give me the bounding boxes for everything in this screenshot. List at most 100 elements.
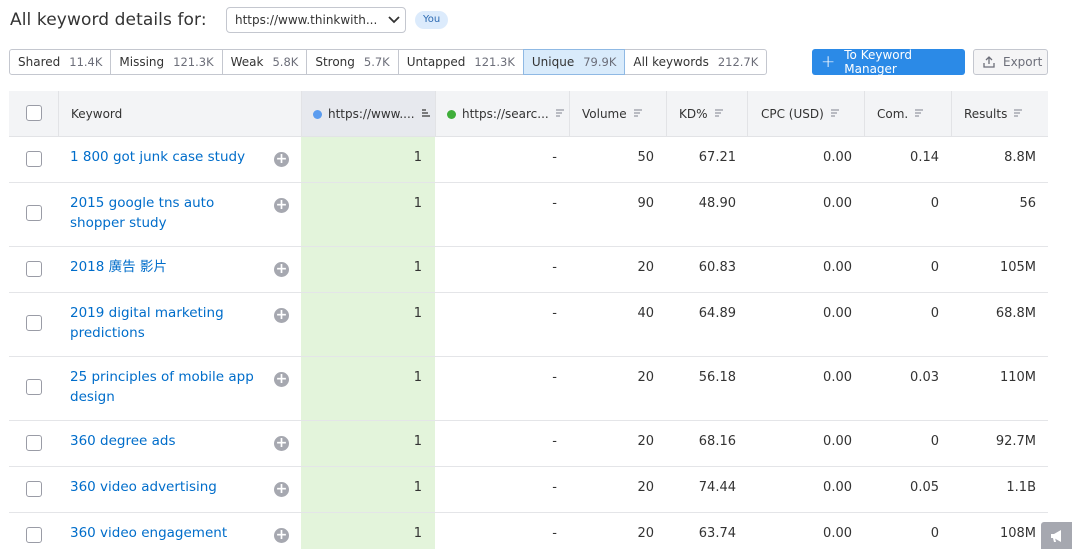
page-title: All keyword details for: — [10, 10, 207, 30]
com-value: 0.03 — [910, 370, 939, 385]
volume-value: 20 — [637, 526, 654, 541]
domain2-position: - — [552, 526, 557, 541]
column-com[interactable]: Com. — [877, 91, 924, 137]
add-keyword-icon[interactable]: + — [274, 198, 289, 213]
domain2-position: - — [552, 260, 557, 275]
cpc-value: 0.00 — [823, 434, 852, 449]
domain1-position: 1 — [413, 150, 422, 165]
row-checkbox[interactable] — [26, 205, 42, 221]
table-row: 2015 google tns auto shopper study +1 - 90 4… — [9, 183, 1048, 247]
kd-value: 56.18 — [698, 370, 736, 385]
keyword-link[interactable]: 360 degree ads — [70, 431, 270, 451]
results-value: 110M — [999, 370, 1036, 385]
filter-tab-label: All keywords — [633, 55, 709, 69]
filter-tab-strong[interactable]: Strong 5.7K — [306, 49, 399, 75]
filter-tabs: Shared 11.4K Missing 121.3K Weak 5.8K Strong 5.… — [9, 49, 768, 75]
keyword-link[interactable]: 2015 google tns auto shopper study — [70, 193, 270, 233]
select-all-checkbox[interactable] — [26, 105, 42, 121]
column-cpc[interactable]: CPC (USD) — [761, 91, 840, 137]
filter-tab-unique[interactable]: Unique 79.9K — [522, 49, 626, 75]
row-checkbox[interactable] — [26, 379, 42, 395]
row-checkbox[interactable] — [26, 527, 42, 543]
keyword-link[interactable]: 25 principles of mobile app design — [70, 367, 270, 407]
keyword-link[interactable]: 2019 digital marketing predictions — [70, 303, 270, 343]
add-keyword-icon[interactable]: + — [274, 482, 289, 497]
plus-icon: + — [821, 51, 836, 72]
column-domain2[interactable]: https://searc... — [447, 91, 565, 137]
volume-value: 20 — [637, 370, 654, 385]
filter-tab-label: Weak — [230, 55, 264, 69]
column-kd-label: KD% — [679, 107, 708, 121]
you-badge: You — [415, 11, 449, 29]
kd-value: 63.74 — [698, 526, 736, 541]
domain2-position: - — [552, 196, 557, 211]
export-button[interactable]: Export — [973, 49, 1048, 75]
results-value: 1.1B — [1006, 480, 1036, 495]
domain1-cell-highlight — [301, 183, 435, 246]
table-row: 2018 廣告 影片 +1 - 20 60.83 0.00 0 105M — [9, 247, 1048, 293]
domain1-cell-highlight — [301, 357, 435, 420]
domain1-position: 1 — [413, 196, 422, 211]
row-checkbox[interactable] — [26, 315, 42, 331]
row-checkbox[interactable] — [26, 151, 42, 167]
feedback-button[interactable] — [1041, 522, 1072, 549]
com-value: 0 — [930, 306, 939, 321]
add-keyword-icon[interactable]: + — [274, 308, 289, 323]
column-volume[interactable]: Volume — [582, 91, 643, 137]
table-body: 1 800 got junk case study +1 - 50 67.21 0.00 0… — [9, 137, 1048, 549]
add-keyword-icon[interactable]: + — [274, 528, 289, 543]
domain-select-value: https://www.thinkwith... — [235, 13, 378, 27]
kd-value: 74.44 — [698, 480, 736, 495]
keyword-link[interactable]: 1 800 got junk case study — [70, 147, 270, 167]
filter-tab-label: Unique — [531, 55, 575, 69]
add-keyword-icon[interactable]: + — [274, 152, 289, 167]
column-results[interactable]: Results — [964, 91, 1023, 137]
row-checkbox[interactable] — [26, 261, 42, 277]
column-volume-label: Volume — [582, 107, 627, 121]
column-kd[interactable]: KD% — [679, 91, 724, 137]
chevron-down-icon — [383, 16, 405, 24]
cpc-value: 0.00 — [823, 150, 852, 165]
com-value: 0 — [930, 260, 939, 275]
filter-tab-missing[interactable]: Missing 121.3K — [110, 49, 223, 75]
row-checkbox[interactable] — [26, 435, 42, 451]
filter-tab-weak[interactable]: Weak 5.8K — [221, 49, 308, 75]
filter-tab-untapped[interactable]: Untapped 121.3K — [397, 49, 524, 75]
keyword-link[interactable]: 2018 廣告 影片 — [70, 257, 270, 277]
to-keyword-manager-button[interactable]: + To Keyword Manager — [812, 48, 965, 76]
filter-tab-label: Untapped — [406, 55, 466, 69]
filter-tab-count: 5.7K — [363, 55, 390, 69]
domain1-position: 1 — [413, 434, 422, 449]
domain-select[interactable]: https://www.thinkwith... — [226, 7, 406, 33]
filter-tab-count: 11.4K — [69, 55, 103, 69]
cpc-value: 0.00 — [823, 480, 852, 495]
column-com-label: Com. — [877, 107, 909, 121]
com-value: 0 — [930, 196, 939, 211]
filter-tab-count: 121.3K — [474, 55, 515, 69]
column-domain1[interactable]: https://www.... — [313, 91, 431, 137]
add-keyword-icon[interactable]: + — [274, 372, 289, 387]
row-checkbox[interactable] — [26, 481, 42, 497]
filter-tab-label: Strong — [315, 55, 355, 69]
results-value: 56 — [1019, 196, 1036, 211]
kd-value: 60.83 — [698, 260, 736, 275]
domain1-position: 1 — [413, 370, 422, 385]
sort-desc-icon — [421, 107, 431, 121]
add-keyword-icon[interactable]: + — [274, 262, 289, 277]
filter-tab-shared[interactable]: Shared 11.4K — [9, 49, 112, 75]
com-value: 0.05 — [910, 480, 939, 495]
to-keyword-manager-label: To Keyword Manager — [844, 48, 912, 76]
keyword-link[interactable]: 360 video advertising — [70, 477, 270, 497]
add-keyword-icon[interactable]: + — [274, 436, 289, 451]
column-keyword[interactable]: Keyword — [71, 91, 122, 137]
com-value: 0 — [930, 526, 939, 541]
keyword-link[interactable]: 360 video engagement — [70, 523, 270, 543]
volume-value: 50 — [637, 150, 654, 165]
domain2-position: - — [552, 150, 557, 165]
filter-tab-all-keywords[interactable]: All keywords 212.7K — [624, 49, 768, 75]
table-row: 360 degree ads +1 - 20 68.16 0.00 0 92.7M — [9, 421, 1048, 467]
domain1-dot-icon — [313, 109, 322, 119]
volume-value: 20 — [637, 260, 654, 275]
volume-value: 40 — [637, 306, 654, 321]
sort-icon — [714, 107, 724, 121]
